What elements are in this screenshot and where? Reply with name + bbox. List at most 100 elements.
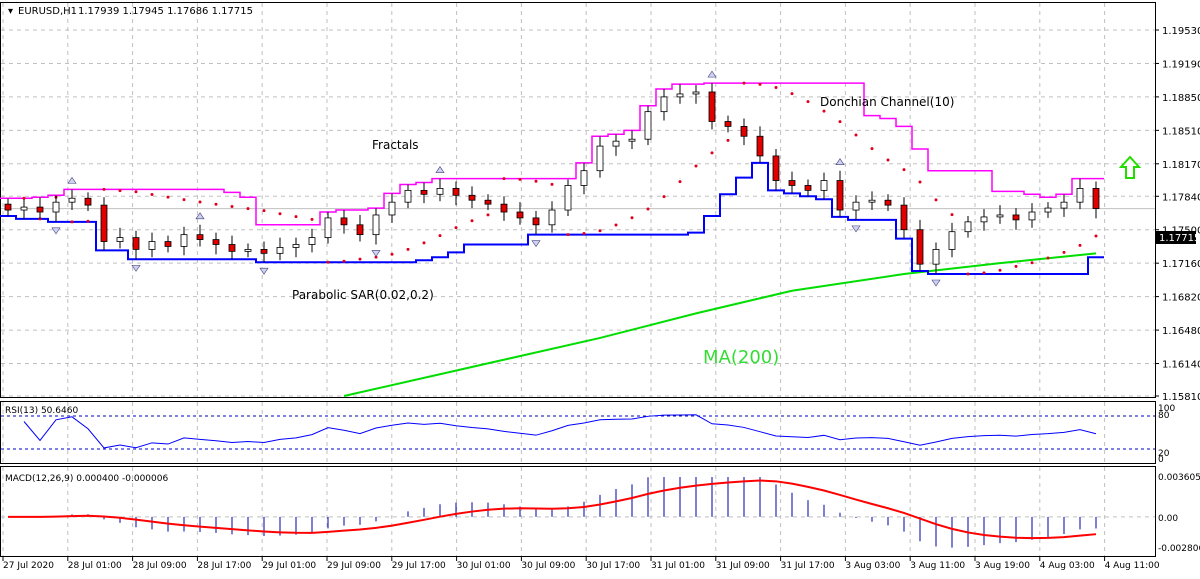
sar-dot (358, 257, 362, 261)
sar-dot (982, 271, 986, 275)
sar-dot (502, 177, 506, 181)
candle-body (932, 249, 940, 265)
candle-body (164, 241, 172, 247)
x-tick-label: 29 Jul 17:00 (392, 561, 446, 571)
x-tick-label: 4 Aug 11:00 (1105, 561, 1160, 571)
candle-body (308, 237, 316, 245)
fractal-down-icon (531, 240, 541, 248)
sar-dot (102, 187, 106, 191)
sar-dot (342, 259, 346, 263)
candle-body (484, 199, 492, 205)
sar-dot (918, 180, 922, 184)
candle-body (132, 237, 140, 250)
sar-dot (262, 209, 266, 213)
sar-dot (198, 200, 202, 204)
sar-dot (1062, 250, 1066, 254)
candle-body (340, 217, 348, 226)
candle-body (100, 204, 108, 242)
chart-canvas[interactable]: 1.19530 1.19190 1.18850 1.18510 1.18170 1.178… (0, 0, 1200, 575)
rsi-pane-border (0, 401, 1156, 464)
candle-body (148, 241, 156, 250)
candle-body (724, 121, 732, 127)
candle-body (36, 206, 44, 213)
sar-dot (1046, 256, 1050, 260)
sar-dot (678, 180, 682, 184)
candle-body (516, 211, 524, 219)
sar-dot (406, 247, 410, 251)
x-tick-label: 27 Jul 2020 (3, 561, 54, 571)
x-tick-label: 29 Jul 01:00 (262, 561, 316, 571)
macd-signal-line (7, 479, 1097, 540)
x-tick-label: 31 Jul 01:00 (651, 561, 705, 571)
macd-tick-min: -0.002806 (1158, 544, 1200, 554)
fractals-annotation: Fractals (372, 138, 419, 152)
sar-dot (790, 92, 794, 96)
header-dropdown-icon[interactable]: ▾ (8, 6, 13, 17)
fractal-down-icon (851, 225, 861, 233)
candle-body (1092, 188, 1100, 209)
sar-dot (230, 204, 234, 208)
candle-body (1076, 188, 1084, 203)
sar-dot (934, 198, 938, 202)
sar-dot (886, 158, 890, 162)
ma-annotation: MA(200) (703, 347, 779, 368)
candle-body (420, 189, 428, 195)
fractal-up-icon (435, 166, 445, 173)
candle-body (404, 189, 412, 203)
candle-body (196, 234, 204, 240)
candle-body (292, 244, 300, 248)
candle-body (116, 237, 124, 242)
candle-body (564, 185, 572, 211)
sar-dot (422, 241, 426, 245)
sar-dot (1078, 243, 1082, 247)
sar-dot (294, 215, 298, 219)
candle-body (900, 204, 908, 231)
candle-body (1044, 207, 1052, 213)
candle-body (820, 180, 828, 191)
y-tick-label: 1.16140 (1162, 360, 1200, 371)
sar-dot (278, 212, 282, 216)
fractal-down-icon (931, 279, 941, 287)
sar-dot (310, 217, 314, 221)
sar-dot (70, 220, 74, 224)
candle-body (1012, 214, 1020, 221)
candle-body (708, 91, 716, 122)
candle-body (468, 194, 476, 201)
candle-body (372, 214, 380, 236)
sar-dot (566, 233, 570, 237)
candle-body (4, 203, 12, 211)
sar-dot (710, 151, 714, 155)
candle-body (1060, 201, 1068, 209)
sar-dot (774, 86, 778, 90)
fractal-up-icon (67, 176, 77, 184)
main-pane-border (0, 2, 1156, 398)
sar-dot (86, 219, 90, 223)
grid (1, 3, 1155, 556)
candle-body (436, 188, 444, 195)
candle-body (452, 188, 460, 196)
candle-body (260, 249, 268, 254)
candle-body (388, 201, 396, 216)
x-tick-label: 28 Jul 09:00 (133, 561, 187, 571)
candle-body (276, 247, 284, 254)
sar-dot (390, 252, 394, 256)
candle-body (228, 244, 236, 252)
fractal-up-icon (707, 70, 717, 78)
sar-dot (806, 100, 810, 104)
sar-dot (326, 260, 330, 264)
candle-body (916, 229, 924, 265)
sar-dot (166, 195, 170, 199)
y-tick-label: 1.18510 (1162, 126, 1200, 137)
rsi-label: RSI(13) 50.6460 (5, 406, 78, 416)
x-tick-label: 31 Jul 09:00 (716, 561, 770, 571)
fractal-down-icon (371, 250, 381, 258)
candle-body (596, 145, 604, 172)
candle-body (836, 180, 844, 211)
green-up-arrow-icon (1118, 155, 1142, 179)
ohlc-label: 1.17939 1.17945 1.17686 1.17715 (78, 6, 253, 17)
candle-body (676, 93, 684, 98)
candle-body (532, 217, 540, 226)
sar-dot (598, 229, 602, 233)
sar-dot (518, 177, 522, 181)
macd-tick-max: 0.003605 (1158, 473, 1200, 483)
